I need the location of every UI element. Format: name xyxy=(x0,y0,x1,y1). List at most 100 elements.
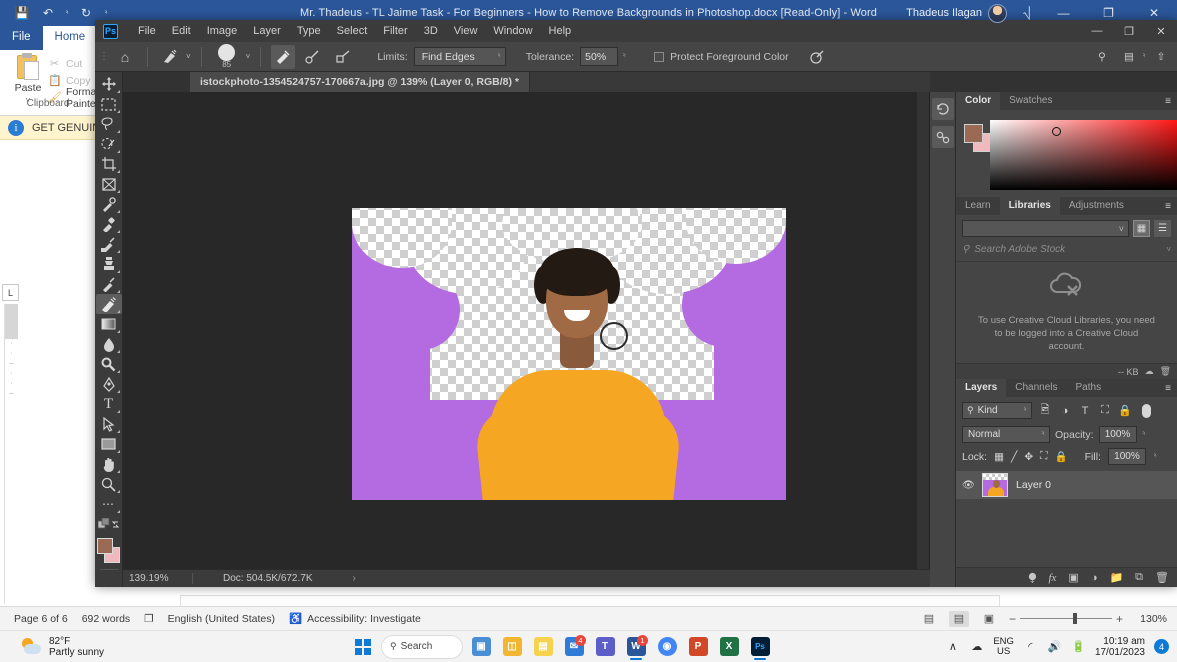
powerpoint-button[interactable]: P xyxy=(685,634,711,660)
tab-channels[interactable]: Channels xyxy=(1006,379,1066,397)
start-button[interactable] xyxy=(350,634,376,660)
frame-tool[interactable] xyxy=(96,174,122,194)
opacity-caret-icon[interactable]: ⸅ xyxy=(1142,429,1146,440)
protect-foreground-checkbox[interactable] xyxy=(654,51,665,62)
filter-pixel-layers-icon[interactable]: 🖻 xyxy=(1038,401,1052,420)
horizontal-type-tool[interactable]: T xyxy=(96,394,122,414)
layer-filter-kind-select[interactable]: ⚲ Kind ⸅ xyxy=(962,402,1032,419)
options-bar-grip[interactable]: ⋮ xyxy=(99,47,109,67)
accessibility-status[interactable]: ♿ Accessibility: Investigate xyxy=(289,612,421,626)
show-hidden-icons-chevron-icon[interactable]: ∧ xyxy=(945,640,960,653)
dodge-tool[interactable] xyxy=(96,354,122,374)
tab-layers[interactable]: Layers xyxy=(956,379,1007,397)
new-group-button[interactable]: 📁 xyxy=(1109,571,1123,584)
zoom-slider[interactable]: − + xyxy=(1009,612,1123,626)
language-status[interactable]: English (United States) xyxy=(168,613,275,625)
color-picker-selector-icon[interactable] xyxy=(1052,127,1061,136)
tab-libraries[interactable]: Libraries xyxy=(999,197,1060,215)
zoom-slider-track[interactable] xyxy=(1019,613,1112,624)
blur-tool[interactable] xyxy=(96,334,122,354)
save-icon[interactable]: 💾 xyxy=(10,3,34,23)
search-icon[interactable]: ⚲ xyxy=(1090,45,1114,69)
color-panel-menu-icon[interactable]: ≡ xyxy=(1165,96,1171,107)
tab-color[interactable]: Color xyxy=(956,92,1001,110)
tab-selector-button[interactable]: L xyxy=(2,284,19,301)
excel-button[interactable]: X xyxy=(716,634,742,660)
cloud-sync-icon[interactable]: ☁ xyxy=(1145,366,1154,377)
default-colors-and-swap-icons[interactable] xyxy=(96,514,122,534)
sampling-once-button[interactable] xyxy=(301,45,325,69)
library-select[interactable]: ˅ xyxy=(962,220,1129,237)
menu-window[interactable]: Window xyxy=(485,20,540,42)
object-selection-tool[interactable] xyxy=(96,134,122,154)
document-tab[interactable]: istockphoto-1354524757-170667a.jpg @ 139… xyxy=(190,72,530,92)
chrome-button[interactable]: ◉ xyxy=(654,634,680,660)
foreground-color-swatch[interactable] xyxy=(964,124,983,143)
layer-thumbnail[interactable] xyxy=(982,473,1008,497)
filter-enable-toggle[interactable] xyxy=(1142,403,1151,418)
weather-widget[interactable]: 82°F Partly sunny xyxy=(22,636,104,658)
filter-type-layers-icon[interactable]: T xyxy=(1078,405,1092,417)
minimize-button[interactable]: — xyxy=(1081,20,1113,42)
home-icon[interactable]: ⌂ xyxy=(113,45,137,69)
gradient-tool[interactable] xyxy=(96,314,122,334)
rectangle-tool[interactable] xyxy=(96,434,122,454)
word-count-status[interactable]: 692 words xyxy=(82,613,130,625)
zoom-in-button[interactable]: + xyxy=(1116,612,1123,626)
background-eraser-tool-preset-icon[interactable] xyxy=(158,45,182,69)
language-indicator[interactable]: ENG US xyxy=(993,636,1014,657)
wifi-icon[interactable]: ◜ xyxy=(1023,640,1038,653)
zoom-out-button[interactable]: − xyxy=(1009,612,1016,626)
chevron-down-icon[interactable]: ˅ xyxy=(1166,245,1171,254)
adobe-stock-search-row[interactable]: ⚲ Search Adobe Stock ˅ xyxy=(956,242,1177,262)
crop-tool[interactable] xyxy=(96,154,122,174)
tool-preset-caret-icon[interactable]: ˅ xyxy=(186,52,191,61)
canvas-image[interactable] xyxy=(352,208,786,500)
tab-file[interactable]: File xyxy=(0,26,43,50)
lock-position-icon[interactable]: ✥ xyxy=(1024,451,1033,463)
actions-panel-rail-button[interactable] xyxy=(931,126,954,148)
layer-style-fx-button[interactable]: fx xyxy=(1048,572,1056,584)
menu-edit[interactable]: Edit xyxy=(164,20,199,42)
sampling-continuous-button[interactable] xyxy=(271,44,296,69)
search-input[interactable]: Search Adobe Stock xyxy=(974,244,1161,255)
menu-image[interactable]: Image xyxy=(199,20,246,42)
tab-home[interactable]: Home xyxy=(42,26,98,50)
workspace-icon[interactable]: ▤ xyxy=(1117,45,1141,69)
edit-toolbar-button[interactable]: ⋯ xyxy=(96,494,122,514)
delete-layer-button[interactable]: 🗑 xyxy=(1155,571,1169,584)
print-layout-view-button[interactable]: ▤ xyxy=(948,610,969,627)
canvas-zoom-level[interactable]: 139.19% xyxy=(123,573,193,584)
rectangular-marquee-tool[interactable] xyxy=(96,94,122,114)
layer-row[interactable]: 👁 Layer 0 xyxy=(956,471,1177,499)
document-size-status[interactable]: Doc: 504.5K/672.7K xyxy=(193,573,313,584)
lock-artboard-nesting-icon[interactable]: ⛶ xyxy=(1040,450,1047,463)
lock-image-pixels-icon[interactable]: ╱ xyxy=(1011,451,1017,463)
tablet-pressure-icon[interactable] xyxy=(805,45,829,69)
new-layer-button[interactable]: ⧉ xyxy=(1135,571,1143,584)
taskview-button[interactable]: ▣ xyxy=(468,634,494,660)
layers-panel-menu-icon[interactable]: ≡ xyxy=(1165,383,1171,394)
sticky-notes-button[interactable]: ▤ xyxy=(530,634,556,660)
eyedropper-tool[interactable] xyxy=(96,194,122,214)
filter-adjustment-layers-icon[interactable]: ◑ xyxy=(1058,405,1072,417)
menu-file[interactable]: File xyxy=(130,20,164,42)
menu-type[interactable]: Type xyxy=(289,20,329,42)
history-panel-rail-button[interactable] xyxy=(931,98,954,120)
battery-icon[interactable]: 🔋 xyxy=(1071,640,1086,653)
teams-button[interactable]: T xyxy=(592,634,618,660)
workspace-caret-icon[interactable]: ⸅ xyxy=(1142,51,1146,62)
zoom-tool[interactable] xyxy=(96,474,122,494)
status-expand-icon[interactable]: › xyxy=(313,573,356,584)
avatar[interactable] xyxy=(988,3,1007,23)
brush-preset-caret-icon[interactable]: ˅ xyxy=(246,52,251,61)
restore-button[interactable]: ❐ xyxy=(1113,20,1145,42)
new-fill-adjustment-layer-button[interactable]: ◑ xyxy=(1091,572,1098,584)
limits-select[interactable]: Find Edges ⸅ xyxy=(413,47,506,66)
page-number-status[interactable]: Page 6 of 6 xyxy=(14,613,68,625)
menu-select[interactable]: Select xyxy=(329,20,376,42)
sampling-background-swatch-button[interactable] xyxy=(331,45,355,69)
layer-visibility-icon[interactable]: 👁 xyxy=(962,480,975,491)
list-view-button[interactable]: ☰ xyxy=(1154,220,1171,237)
tab-swatches[interactable]: Swatches xyxy=(1000,92,1061,110)
